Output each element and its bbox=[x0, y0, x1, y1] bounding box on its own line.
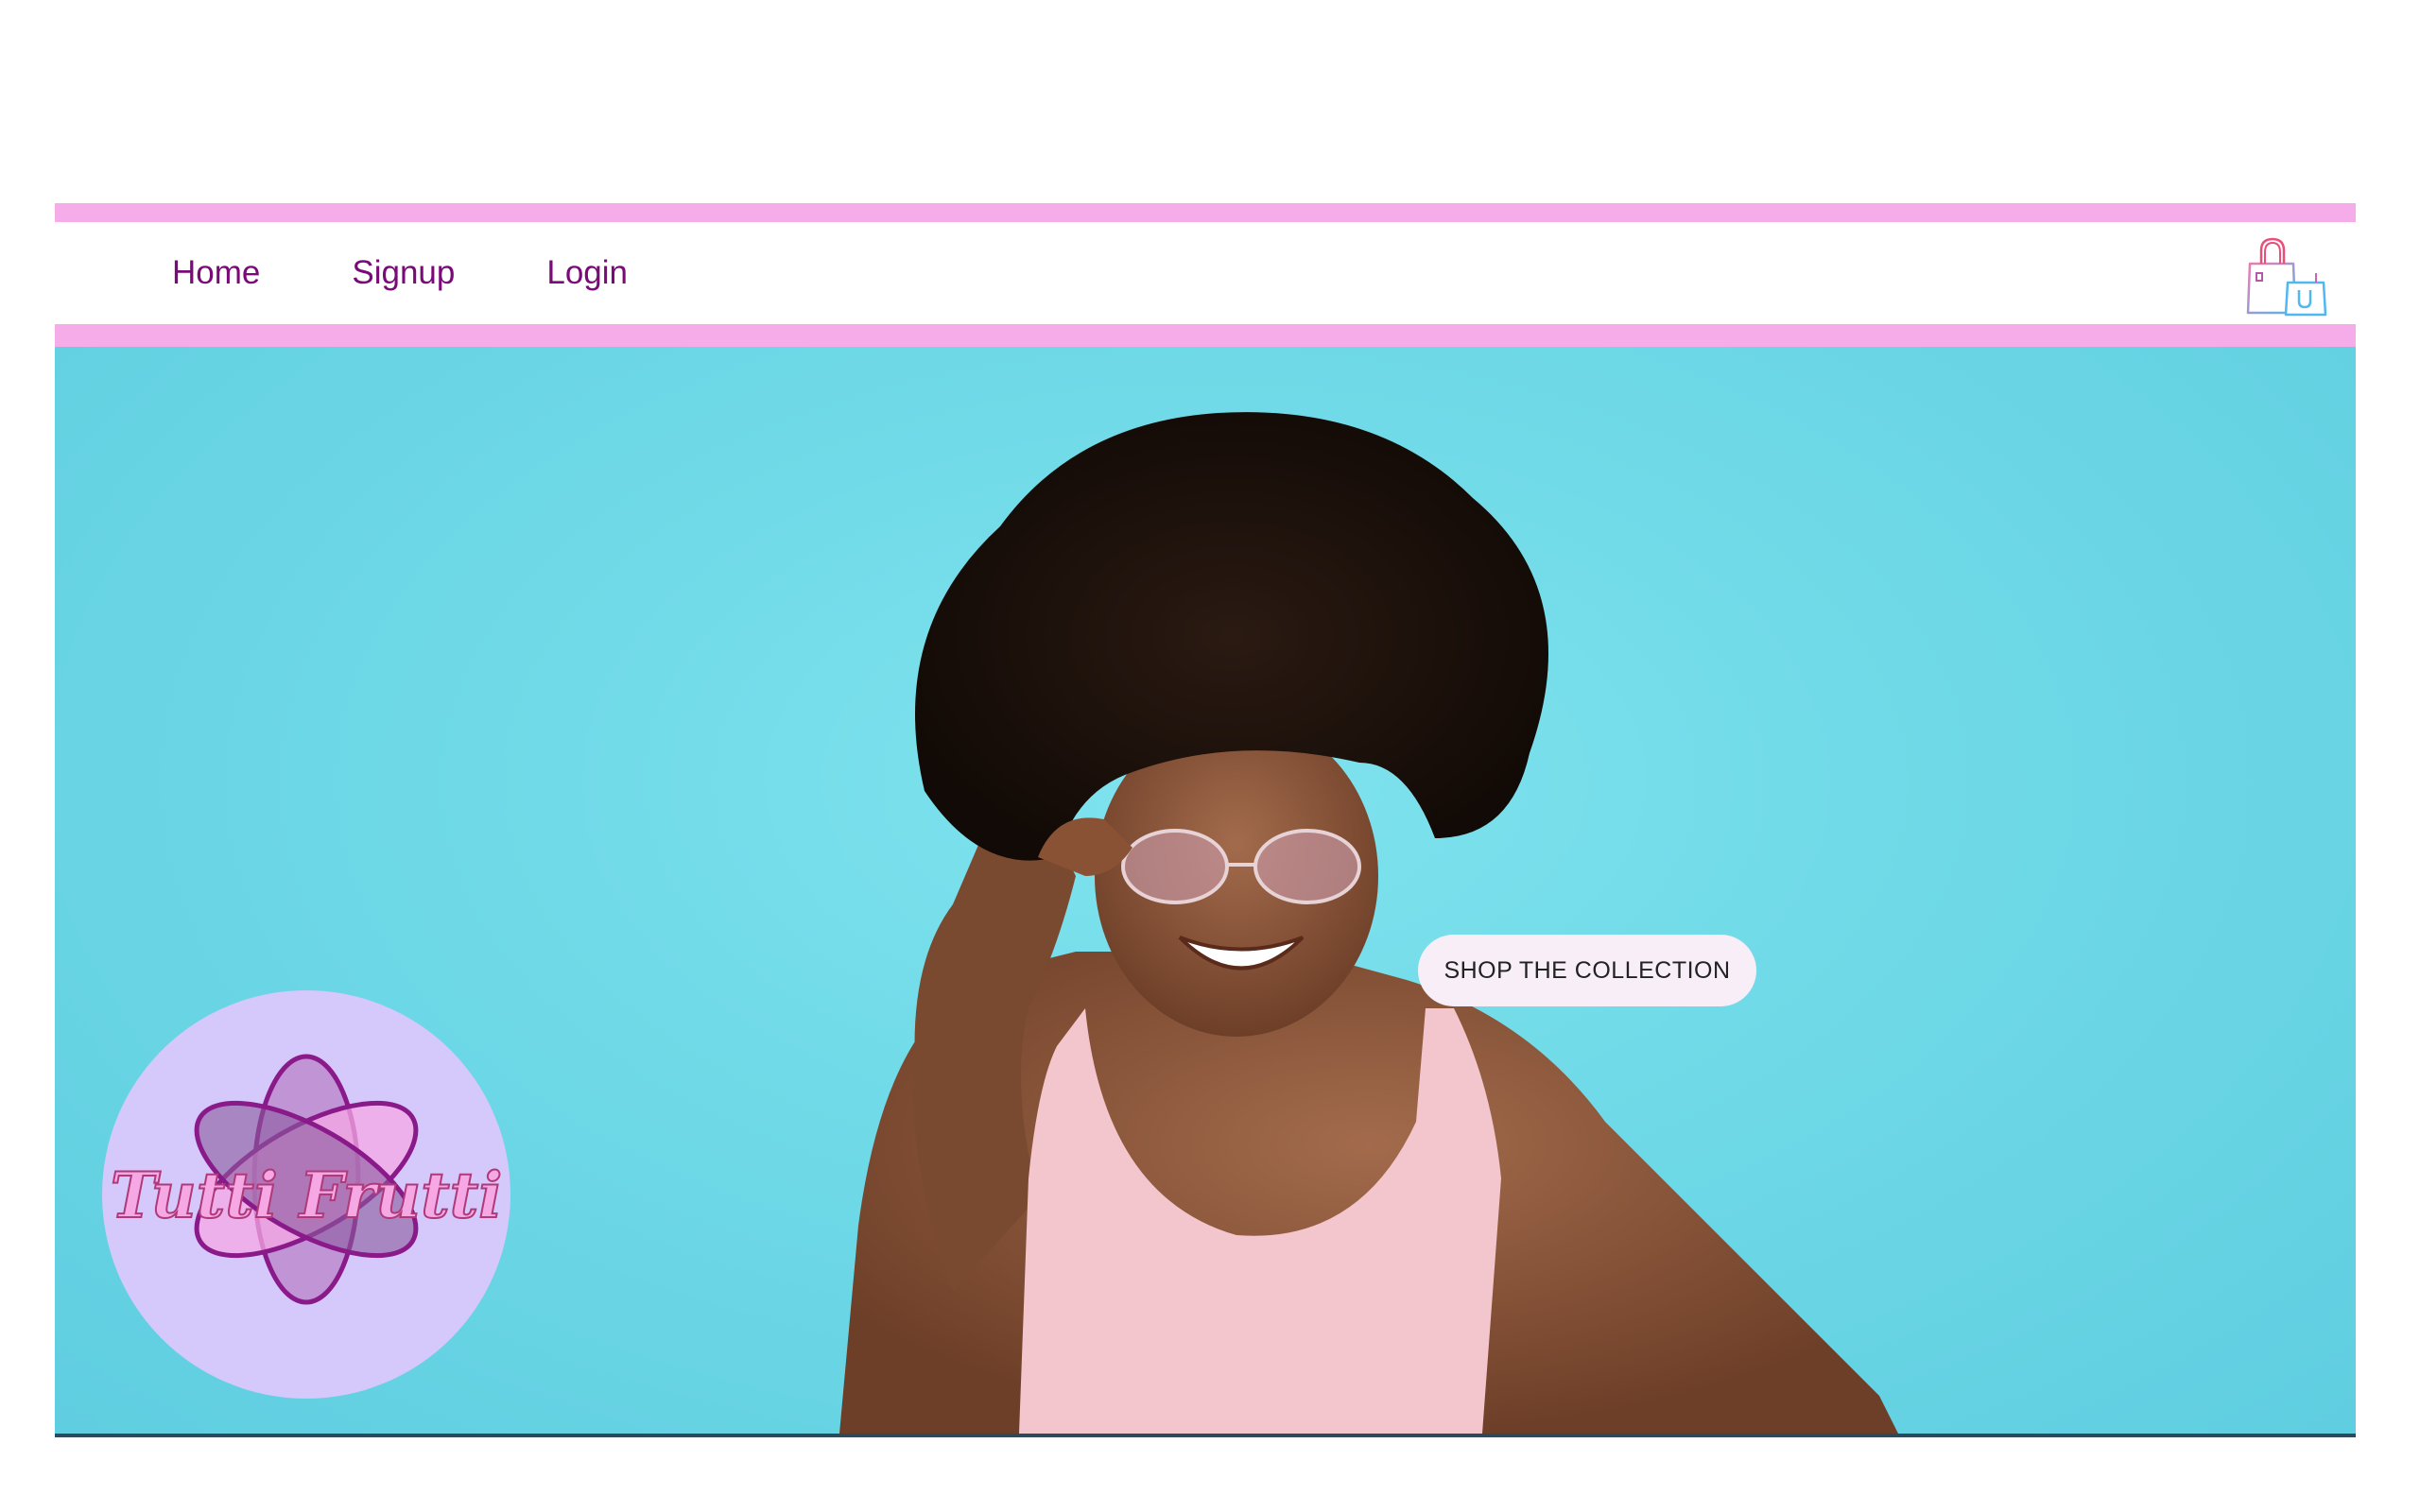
nav-link-signup[interactable]: Signup bbox=[352, 254, 455, 292]
bottom-accent-bar bbox=[55, 324, 2356, 347]
site-container: Home Signup Login SHOP THE COLLECTION Tu… bbox=[55, 203, 2356, 1437]
navbar: Home Signup Login bbox=[55, 222, 2356, 324]
nav-link-home[interactable]: Home bbox=[172, 254, 260, 292]
shopping-bags-icon[interactable] bbox=[2246, 235, 2327, 317]
tutti-frutti-logo[interactable]: Tutti Frutti bbox=[102, 990, 510, 1399]
logo-text: Tutti Frutti bbox=[111, 1159, 503, 1232]
nav-links: Home Signup Login bbox=[172, 254, 719, 292]
nav-link-login[interactable]: Login bbox=[546, 254, 628, 292]
page: Home Signup Login SHOP THE COLLECTION Tu… bbox=[0, 0, 2420, 1512]
top-accent-bar bbox=[55, 203, 2356, 222]
shop-the-collection-button[interactable]: SHOP THE COLLECTION bbox=[1418, 935, 1756, 1006]
hero-banner: SHOP THE COLLECTION Tutti Frutti bbox=[55, 347, 2356, 1437]
